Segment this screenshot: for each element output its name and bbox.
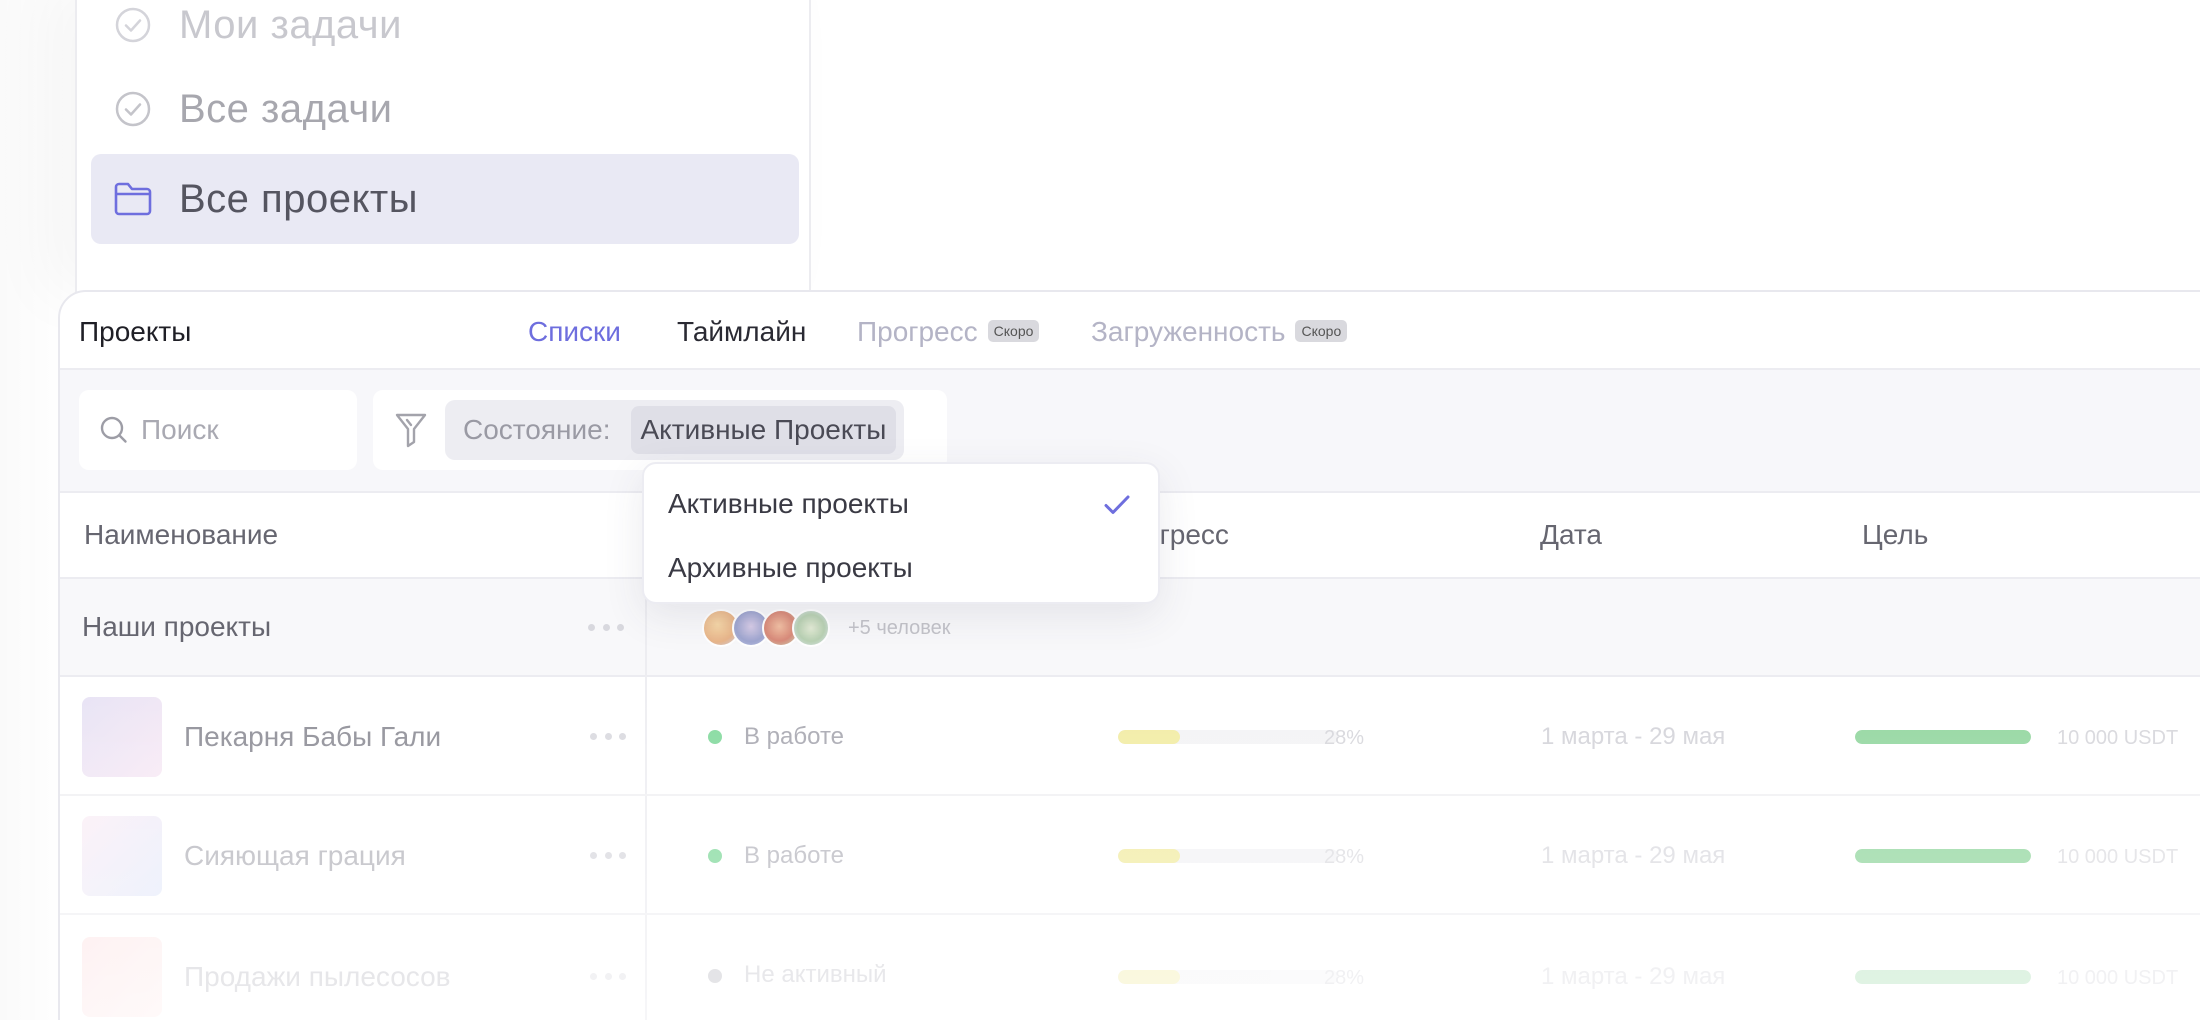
goal-fill	[1855, 970, 2031, 984]
filter-icon[interactable]	[393, 410, 429, 450]
status-dot	[708, 849, 722, 863]
date-range: 1 марта - 29 мая	[1541, 963, 1726, 990]
folder-icon	[113, 179, 153, 219]
dropdown-option-active[interactable]: Активные проекты	[668, 488, 909, 520]
table-row[interactable]: Пекарня Бабы Гали В работе 28% 1 марта -…	[60, 677, 2200, 796]
tab-timeline[interactable]: Таймлайн	[677, 316, 806, 348]
progress-fill	[1118, 849, 1180, 863]
date-range: 1 марта - 29 мая	[1541, 842, 1726, 869]
tab-progress[interactable]: Прогресс Скоро	[857, 316, 1040, 348]
search-placeholder: Поиск	[141, 414, 219, 445]
check-circle-icon	[113, 5, 153, 45]
table-row[interactable]: Продажи пылесосов Не активный 28% 1 март…	[60, 915, 2200, 1020]
page-title: Проекты	[79, 316, 192, 347]
projects-panel: Проекты Списки Таймлайн Прогресс Скоро За…	[58, 290, 2200, 1020]
state-filter-value[interactable]: Активные Проекты	[630, 406, 897, 454]
progress-percent: 28%	[1324, 846, 1365, 868]
status-label: Не активный	[744, 961, 887, 988]
goal-bar	[1855, 730, 2031, 744]
state-dropdown-menu: Активные проекты Архивные проекты	[642, 462, 1160, 604]
search-icon	[97, 413, 131, 447]
goal-fill	[1855, 849, 2031, 863]
sidebar-item-all-tasks[interactable]: Все задачи	[91, 64, 799, 154]
project-thumbnail	[82, 697, 162, 777]
progress-bar	[1118, 970, 1338, 984]
status-label: В работе	[744, 842, 845, 869]
soon-badge: Скоро	[1295, 319, 1348, 342]
state-filter-label: Состояние:	[463, 414, 611, 445]
state-filter[interactable]: Состояние: Активные Проекты	[445, 400, 905, 460]
sidebar-item-label: Все задачи	[179, 86, 393, 131]
panel-header: Проекты Списки Таймлайн Прогресс Скоро За…	[60, 292, 2200, 370]
tab-label: Загруженность	[1091, 316, 1286, 347]
tab-lists[interactable]: Списки	[528, 316, 621, 348]
sidebar-item-label: Все проекты	[179, 176, 418, 221]
tab-label: Таймлайн	[677, 316, 807, 347]
check-circle-icon	[113, 89, 153, 129]
sidebar-item-label: Мои задачи	[179, 2, 402, 47]
progress-fill	[1118, 730, 1180, 744]
project-thumbnail	[82, 816, 162, 896]
progress-percent: 28%	[1324, 727, 1365, 749]
filter-box: Состояние: Активные Проекты	[373, 390, 947, 470]
more-people-count: +5 человек	[848, 617, 951, 639]
tab-label: Прогресс	[857, 316, 978, 347]
status-dot	[708, 969, 722, 983]
goal-bar	[1855, 970, 2031, 984]
project-thumbnail	[82, 937, 162, 1017]
group-name: Наши проекты	[82, 611, 272, 642]
more-options-icon[interactable]	[590, 852, 626, 860]
search-input[interactable]: Поиск	[79, 390, 357, 470]
goal-bar	[1855, 849, 2031, 863]
progress-bar	[1118, 849, 1338, 863]
soon-badge: Скоро	[987, 319, 1040, 342]
goal-value: 10 000 USDT	[2057, 846, 2179, 868]
goal-value: 10 000 USDT	[2057, 967, 2179, 989]
column-date-header[interactable]: Дата	[1540, 519, 1602, 551]
avatar	[792, 609, 830, 647]
more-options-icon[interactable]	[588, 624, 624, 632]
goal-value: 10 000 USDT	[2057, 727, 2179, 749]
more-options-icon[interactable]	[590, 733, 626, 741]
project-name[interactable]: Сияющая грация	[184, 840, 406, 872]
progress-fill	[1118, 970, 1180, 984]
checkmark-icon	[1102, 490, 1132, 520]
dropdown-option-archived[interactable]: Архивные проекты	[668, 552, 913, 584]
tab-workload[interactable]: Загруженность Скоро	[1091, 316, 1348, 348]
progress-percent: 28%	[1324, 967, 1365, 989]
status-label: В работе	[744, 723, 845, 750]
member-avatars[interactable]	[702, 609, 830, 647]
more-options-icon[interactable]	[590, 973, 626, 981]
tab-label: Списки	[528, 316, 621, 347]
date-range: 1 марта - 29 мая	[1541, 723, 1726, 750]
table-row[interactable]: Сияющая грация В работе 28% 1 марта - 29…	[60, 796, 2200, 915]
sidebar-item-my-tasks[interactable]: Мои задачи	[91, 0, 799, 70]
column-name-header[interactable]: Наименование	[84, 519, 278, 551]
column-goal-header[interactable]: Цель	[1862, 519, 1928, 551]
sidebar-item-all-projects[interactable]: Все проекты	[91, 154, 799, 244]
goal-fill	[1855, 730, 2031, 744]
project-name[interactable]: Пекарня Бабы Гали	[184, 721, 441, 753]
progress-bar	[1118, 730, 1338, 744]
sidebar: Мои задачи Все задачи Все проекты	[75, 0, 811, 295]
project-name[interactable]: Продажи пылесосов	[184, 961, 451, 993]
status-dot	[708, 730, 722, 744]
